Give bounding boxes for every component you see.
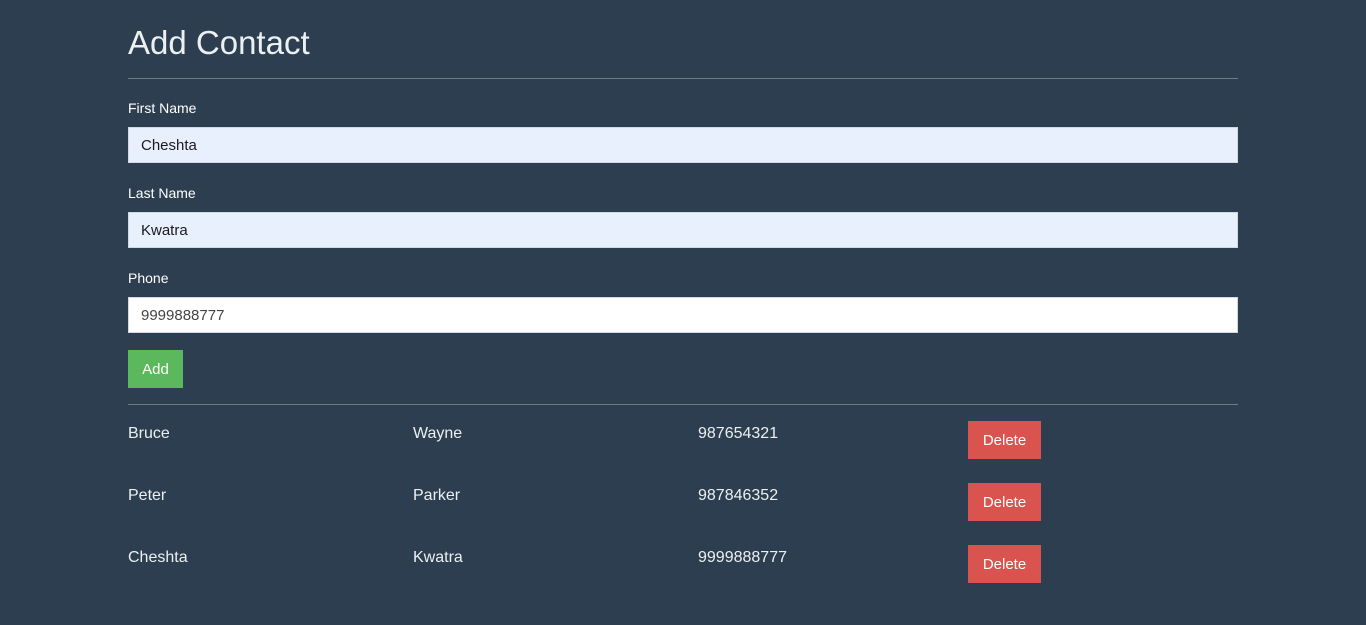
first-name-input[interactable] bbox=[128, 127, 1238, 163]
contact-last-name: Wayne bbox=[413, 425, 463, 442]
contact-row: Peter Parker 987846352 Delete bbox=[128, 483, 1238, 521]
delete-button[interactable]: Delete bbox=[968, 483, 1041, 521]
last-name-label: Last Name bbox=[128, 185, 196, 201]
phone-input[interactable] bbox=[128, 297, 1238, 333]
contact-phone: 987654321 bbox=[698, 425, 779, 442]
title-divider bbox=[128, 78, 1238, 79]
contact-phone: 987846352 bbox=[698, 487, 779, 504]
contact-phone: 9999888777 bbox=[698, 549, 787, 566]
list-divider bbox=[128, 404, 1238, 405]
contact-last-name: Kwatra bbox=[413, 549, 463, 566]
contact-first-name: Cheshta bbox=[128, 549, 188, 566]
contact-row: Cheshta Kwatra 9999888777 Delete bbox=[128, 545, 1238, 583]
add-button[interactable]: Add bbox=[128, 350, 183, 388]
delete-button[interactable]: Delete bbox=[968, 421, 1041, 459]
last-name-input[interactable] bbox=[128, 212, 1238, 248]
delete-button[interactable]: Delete bbox=[968, 545, 1041, 583]
contact-last-name: Parker bbox=[413, 487, 461, 504]
contact-row: Bruce Wayne 987654321 Delete bbox=[128, 421, 1238, 459]
phone-label: Phone bbox=[128, 270, 169, 286]
page-title: Add Contact bbox=[128, 24, 310, 61]
first-name-label: First Name bbox=[128, 100, 197, 116]
contact-first-name: Bruce bbox=[128, 425, 170, 442]
contact-first-name: Peter bbox=[128, 487, 167, 504]
